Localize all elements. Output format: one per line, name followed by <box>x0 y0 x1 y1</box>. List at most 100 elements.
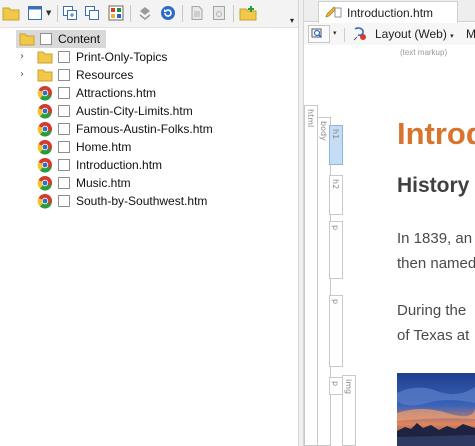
open-folder-icon[interactable] <box>1 3 21 23</box>
tree-item[interactable]: › Resources <box>20 66 274 84</box>
layout-dropdown-caret: ▾ <box>450 33 454 40</box>
document-image[interactable] <box>397 373 475 446</box>
tree-item-label: South-by-Southwest.htm <box>76 194 208 208</box>
structure-bar[interactable]: p <box>329 295 343 367</box>
tree-item-label: Home.htm <box>76 140 132 154</box>
tree-item-checkbox[interactable] <box>40 33 52 45</box>
tree-item[interactable]: Home.htm <box>34 138 274 156</box>
paragraph-2[interactable]: During the of Texas at <box>397 298 469 348</box>
expand-chevron-icon[interactable]: › <box>17 66 27 84</box>
tree-item-label: Content <box>58 32 101 46</box>
structure-bar-label: p <box>331 225 340 231</box>
tree-item[interactable]: Introduction.htm <box>34 156 274 174</box>
copy-icon[interactable] <box>60 3 80 23</box>
tree-item-checkbox[interactable] <box>58 87 70 99</box>
layout-icon[interactable] <box>352 26 370 45</box>
structure-bar-label: h1 <box>331 129 340 140</box>
tree-item-label: Famous-Austin-Folks.htm <box>76 122 213 136</box>
toolbar-separator <box>233 5 234 22</box>
layout-dropdown-label: Layout (Web) <box>375 27 447 41</box>
topic-editor-pane: Introduction.htm ▾ Layout (Web) ▾ M (tex… <box>304 0 475 446</box>
grid-color-icon[interactable] <box>106 3 126 23</box>
tree-item-checkbox[interactable] <box>58 177 70 189</box>
toolbar-overflow-arrow[interactable]: ▾ <box>287 15 297 27</box>
tab-introduction[interactable]: Introduction.htm <box>318 1 458 23</box>
expand-chevron-icon[interactable]: › <box>17 48 27 66</box>
structure-bar[interactable]: h1 <box>329 125 343 165</box>
structure-bar[interactable]: p <box>329 221 343 279</box>
browser-topic-icon <box>37 157 53 173</box>
toolbar-separator <box>130 5 131 22</box>
tree-item[interactable]: Attractions.htm <box>34 84 274 102</box>
heading-1[interactable]: Introd <box>397 116 475 152</box>
pencil-icon <box>324 5 342 22</box>
browser-topic-icon <box>37 85 53 101</box>
tree-item-label: Music.htm <box>76 176 131 190</box>
duplicate-icon[interactable] <box>82 3 102 23</box>
document-icon[interactable] <box>187 3 207 23</box>
refresh-icon[interactable] <box>158 3 178 23</box>
structure-bar-label: h2 <box>331 179 340 190</box>
structure-bar-label: img <box>344 379 353 395</box>
structure-bar[interactable]: html <box>304 105 318 446</box>
structure-bar[interactable]: img <box>342 375 356 446</box>
sync-icon[interactable] <box>135 3 155 23</box>
paragraph-line: In 1839, an <box>397 230 473 247</box>
toolbar-separator <box>182 5 183 22</box>
browser-topic-icon <box>37 121 53 137</box>
tab-title: Introduction.htm <box>347 6 434 20</box>
structure-bars: html body h1 h2 p p p img <box>304 95 372 446</box>
tree-item-label: Resources <box>76 68 134 82</box>
structure-bar[interactable]: p <box>329 377 343 395</box>
tree-item-checkbox[interactable] <box>58 105 70 117</box>
tree-item-checkbox[interactable] <box>58 195 70 207</box>
folder-icon <box>19 31 35 47</box>
content-explorer-toolbar: ▼ ▾ <box>0 0 298 28</box>
tree-item-label: Attractions.htm <box>76 86 157 100</box>
folder-icon <box>37 67 53 83</box>
structure-bar[interactable]: body <box>317 117 331 446</box>
zoom-button[interactable] <box>308 25 330 43</box>
tree-item[interactable]: Music.htm <box>34 174 274 192</box>
layout-dropdown[interactable]: Layout (Web) ▾ <box>375 27 454 41</box>
tree-item-label: Print-Only-Topics <box>76 50 168 64</box>
tree-item-label: Austin-City-Limits.htm <box>76 104 193 118</box>
tree-item-label: Introduction.htm <box>76 158 163 172</box>
paragraph-line: then named <box>397 255 475 272</box>
tree-item[interactable]: Austin-City-Limits.htm <box>34 102 274 120</box>
heading-2[interactable]: History <box>397 174 469 198</box>
pages-icon[interactable] <box>209 3 229 23</box>
tree-item-checkbox[interactable] <box>58 123 70 135</box>
paragraph-line: During the <box>397 302 467 319</box>
tree-item[interactable]: Famous-Austin-Folks.htm <box>34 120 274 138</box>
structure-bar-label: html <box>306 109 315 128</box>
browser-topic-icon <box>37 103 53 119</box>
page-icon[interactable] <box>25 3 45 23</box>
structure-bar-label: p <box>331 299 340 305</box>
tree-item[interactable]: › Print-Only-Topics <box>20 48 274 66</box>
content-explorer-pane: ▼ ▾ Content › Print-Only-Topics › Resour… <box>0 0 298 446</box>
editor-tab-strip: Introduction.htm <box>304 0 475 23</box>
structure-bar[interactable]: h2 <box>329 175 343 215</box>
page-dropdown-caret[interactable]: ▼ <box>46 9 51 17</box>
browser-topic-icon <box>37 193 53 209</box>
paragraph-line: of Texas at <box>397 327 470 344</box>
folder-icon <box>37 49 53 65</box>
structure-bar-label: body <box>319 121 328 141</box>
zoom-dropdown-caret[interactable]: ▾ <box>333 29 337 37</box>
text-markup-hint: (text markup) <box>400 48 448 57</box>
add-folder-icon[interactable] <box>238 3 258 23</box>
paragraph-1[interactable]: In 1839, an then named <box>397 226 475 276</box>
tree-item-checkbox[interactable] <box>58 141 70 153</box>
tree-item-checkbox[interactable] <box>58 159 70 171</box>
structure-bar-label: p <box>331 381 340 387</box>
toolbar-overflow-label[interactable]: M <box>466 27 475 41</box>
editor-toolbar: ▾ Layout (Web) ▾ M <box>304 23 475 45</box>
tree-item[interactable]: Content <box>16 30 106 48</box>
browser-topic-icon <box>37 139 53 155</box>
tree-item-checkbox[interactable] <box>58 69 70 81</box>
toolbar-separator <box>344 28 345 42</box>
tree-item[interactable]: South-by-Southwest.htm <box>34 192 274 210</box>
tree-item-checkbox[interactable] <box>58 51 70 63</box>
toolbar-separator <box>57 5 58 22</box>
